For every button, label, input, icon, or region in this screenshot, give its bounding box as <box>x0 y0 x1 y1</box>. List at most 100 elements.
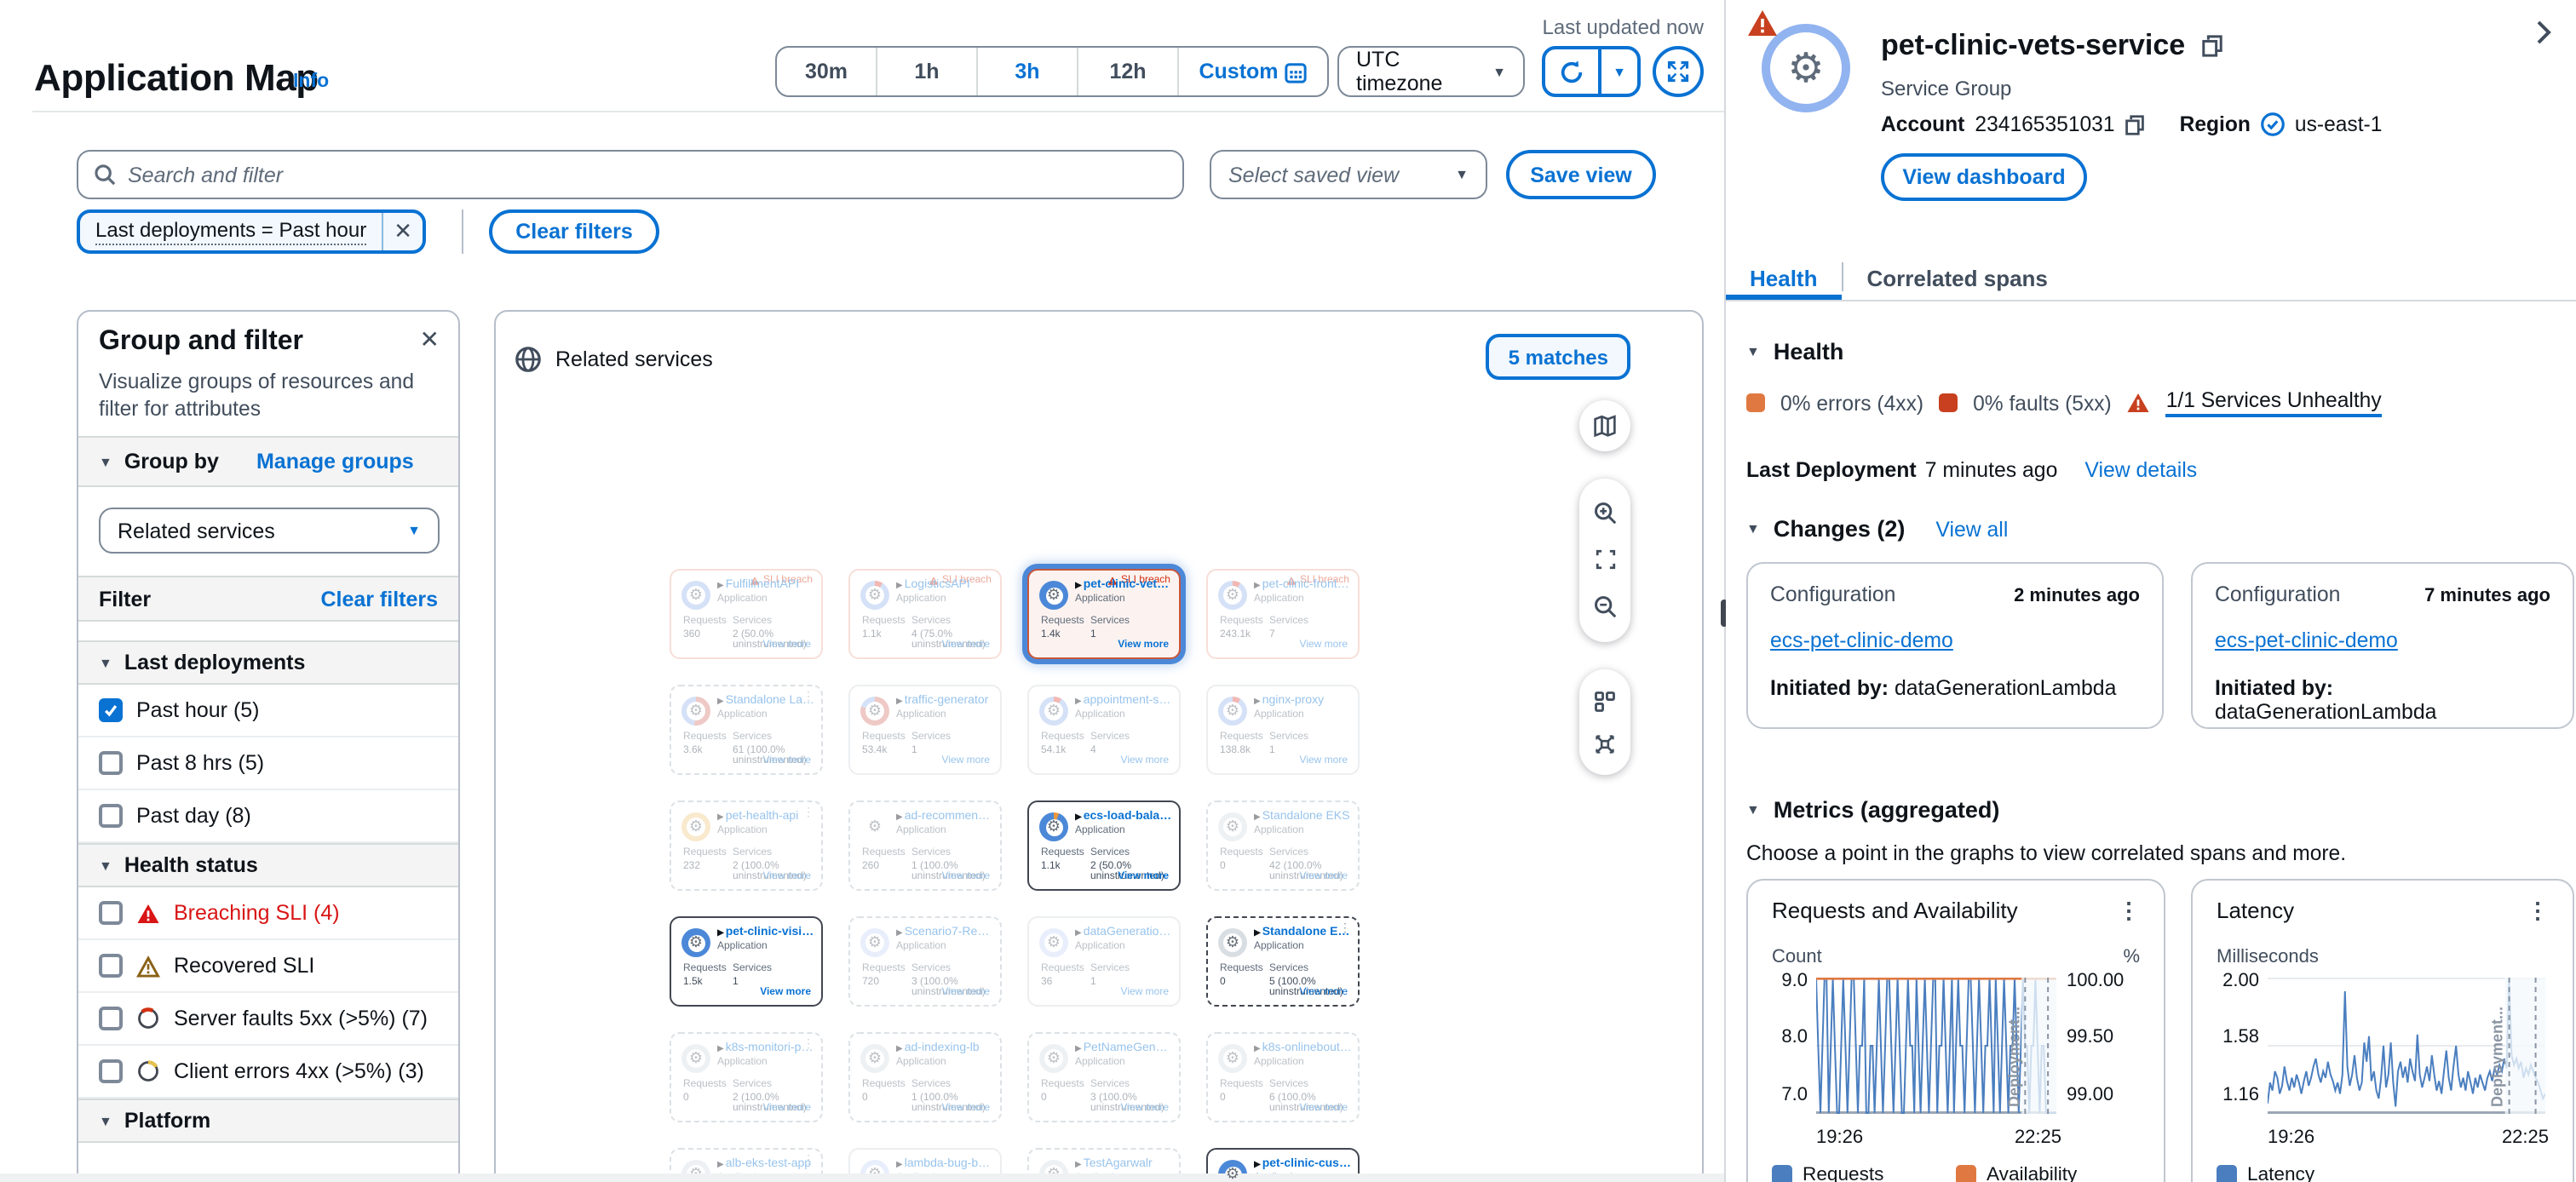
view-more-link[interactable]: View more <box>1118 640 1169 651</box>
service-node-standalone-lambda[interactable]: ⋮⚙▶Standalone LambdaApplicationRequestsS… <box>670 685 823 775</box>
timezone-select[interactable]: UTC timezone ▼ <box>1337 46 1525 97</box>
view-more-link[interactable]: View more <box>763 640 811 651</box>
service-node-name[interactable]: ▶ad-recommendation-lb <box>896 811 995 823</box>
service-node-name[interactable]: ▶pet-health-api <box>717 811 816 823</box>
save-view-button[interactable]: Save view <box>1506 150 1656 199</box>
service-node-pet-clinic-vets-service[interactable]: SLI breach⚙▶pet-clinic-vets-serviceAppli… <box>1027 569 1181 659</box>
time-range-3h[interactable]: 3h <box>978 48 1078 95</box>
kebab-menu-icon[interactable]: ⋮ <box>2527 903 2549 918</box>
requests-availability-plot[interactable]: Deployment... <box>1816 978 2056 1122</box>
service-node-standalone-ecs[interactable]: ⋮⚙▶Standalone ECSApplicationRequestsServ… <box>1206 916 1360 1007</box>
collapse-panel-icon[interactable] <box>2535 19 2552 46</box>
service-node-name[interactable]: ▶pet-clinic-customers-s... <box>1254 1158 1353 1170</box>
info-link[interactable]: Info <box>293 72 329 92</box>
chart-canvas[interactable]: Deployment... <box>1816 978 2056 1114</box>
view-details-link[interactable]: View details <box>2084 458 2197 482</box>
grid-layout-icon[interactable] <box>1593 689 1617 713</box>
view-more-link[interactable]: View more <box>763 1104 811 1114</box>
filter-section-last-deployments[interactable]: ▼Last deployments <box>78 640 458 685</box>
tab-correlated-spans[interactable]: Correlated spans <box>1843 255 2071 300</box>
service-node-name[interactable]: ▶k8s-monitori-prometh... <box>717 1042 816 1054</box>
service-node-ecs-load-balancer[interactable]: ⚙▶ecs-load-balancerApplicationRequestsSe… <box>1027 800 1181 891</box>
legend-item-latency[interactable]: Latency <box>2217 1165 2314 1182</box>
refresh-options-button[interactable]: ▼ <box>1601 49 1637 94</box>
manage-groups-link[interactable]: Manage groups <box>256 450 414 473</box>
view-more-link[interactable]: View more <box>942 756 990 766</box>
service-node-name[interactable]: ▶lambda-bug-bash <box>896 1158 995 1170</box>
checkbox[interactable] <box>99 954 123 978</box>
service-node-pet-clinic-visits-service[interactable]: ⚙▶pet-clinic-visits-serviceApplicationRe… <box>670 916 823 1007</box>
zoom-out-icon[interactable] <box>1592 594 1618 620</box>
group-by-section-header[interactable]: ▼ Group by Manage groups <box>78 436 458 487</box>
change-link[interactable]: ecs-pet-clinic-demo <box>1770 628 1953 652</box>
refresh-button[interactable] <box>1545 49 1601 94</box>
filter-option-past-day-8-[interactable]: Past day (8) <box>78 790 458 843</box>
service-node-name[interactable]: ▶Standalone ECS <box>1254 927 1353 938</box>
time-range-custom[interactable]: Custom <box>1179 48 1327 95</box>
tab-health[interactable]: Health <box>1726 255 1841 300</box>
fit-view-icon[interactable] <box>1594 549 1616 571</box>
checkbox[interactable] <box>99 1059 123 1083</box>
service-node-name[interactable]: ▶pet-clinic-vets-service <box>1075 579 1174 591</box>
metrics-section-header[interactable]: ▼ Metrics (aggregated) <box>1746 797 1999 823</box>
service-node-name[interactable]: ▶alb-eks-test-app <box>717 1158 816 1170</box>
service-node-name[interactable]: ▶Standalone Lambda <box>717 695 816 707</box>
service-node-name[interactable]: ▶Standalone EKS <box>1254 811 1353 823</box>
filter-token-dismiss-button[interactable]: ✕ <box>382 213 423 250</box>
legend-item-availability[interactable]: Availability <box>1956 1165 2140 1182</box>
saved-view-select[interactable]: Select saved view ▼ <box>1210 150 1487 199</box>
service-node-k8s-onlineboutique-60-[interactable]: ⚙▶k8s-onlineboutique-60...ApplicationReq… <box>1206 1032 1360 1122</box>
view-dashboard-button[interactable]: View dashboard <box>1881 153 2087 201</box>
service-node-petnamegenerator[interactable]: ⚙▶PetNameGeneratorApplicationRequestsSer… <box>1027 1032 1181 1122</box>
checkbox[interactable] <box>99 751 123 775</box>
service-node-name[interactable]: ▶TestAgarwalr <box>1075 1158 1174 1170</box>
latency-plot[interactable]: Deployment... <box>2268 978 2545 1122</box>
close-icon[interactable]: ✕ <box>420 325 440 354</box>
view-more-link[interactable]: View more <box>942 988 990 998</box>
checkbox[interactable] <box>99 901 123 925</box>
kebab-menu-icon[interactable]: ⋮ <box>2118 903 2140 918</box>
service-node-name[interactable]: ▶FulfillmentAPI <box>717 579 816 591</box>
filter-section-platform[interactable]: ▼Platform <box>78 1099 458 1143</box>
filter-section-health-status[interactable]: ▼Health status <box>78 843 458 887</box>
service-node-name[interactable]: ▶pet-clinic-frontend-java <box>1254 579 1353 591</box>
zoom-in-icon[interactable] <box>1592 501 1618 526</box>
view-more-link[interactable]: View more <box>942 1104 990 1114</box>
copy-icon[interactable] <box>2125 113 2146 135</box>
view-more-link[interactable]: View more <box>1300 1104 1348 1114</box>
time-range-30m[interactable]: 30m <box>777 48 877 95</box>
clear-filters-button[interactable]: Clear filters <box>489 209 659 254</box>
deployment-annotation[interactable]: Deployment... <box>2005 1007 2022 1107</box>
filter-option-client-errors-4xx-5-3-[interactable]: Client errors 4xx (>5%) (3) <box>78 1046 458 1099</box>
service-node-name[interactable]: ▶ad-indexing-lb <box>896 1042 995 1054</box>
view-more-link[interactable]: View more <box>1121 988 1169 998</box>
map-legend-button[interactable] <box>1579 400 1630 451</box>
service-node-name[interactable]: ▶traffic-generator <box>896 695 995 707</box>
filter-option-server-faults-5xx-5-7-[interactable]: Server faults 5xx (>5%) (7) <box>78 993 458 1046</box>
filter-option-recovered-sli[interactable]: Recovered SLI <box>78 940 458 993</box>
service-node-ad-indexing-lb[interactable]: ⚙▶ad-indexing-lbApplicationRequestsServi… <box>848 1032 1002 1122</box>
service-node-standalone-eks[interactable]: ⚙▶Standalone EKSApplicationRequestsServi… <box>1206 800 1360 891</box>
copy-icon[interactable] <box>2200 34 2222 58</box>
service-node-logisticsapi[interactable]: SLI breach⚙▶LogisticsAPIApplicationReque… <box>848 569 1002 659</box>
filter-option-breaching-sli-4-[interactable]: Breaching SLI (4) <box>78 887 458 940</box>
service-node-name[interactable]: ▶LogisticsAPI <box>896 579 995 591</box>
filter-option-past-hour-5-[interactable]: Past hour (5) <box>78 685 458 737</box>
deployment-annotation[interactable]: Deployment... <box>2488 1007 2505 1107</box>
service-node-name[interactable]: ▶ecs-load-balancer <box>1075 811 1174 823</box>
service-node-name[interactable]: ▶dataGenerationLambda <box>1075 927 1174 938</box>
services-unhealthy-link[interactable]: 1/1 Services Unhealthy <box>2166 388 2382 417</box>
view-more-link[interactable]: View more <box>942 872 990 882</box>
time-range-12h[interactable]: 12h <box>1078 48 1179 95</box>
chart-canvas[interactable]: Deployment... <box>2268 978 2545 1114</box>
service-node-pet-clinic-frontend-java[interactable]: SLI breach⚙▶pet-clinic-frontend-javaAppl… <box>1206 569 1360 659</box>
panel-clear-filters-link[interactable]: Clear filters <box>320 587 438 611</box>
network-layout-icon[interactable] <box>1593 732 1617 755</box>
service-node-k8s-monitori-prometh-[interactable]: ⋮⚙▶k8s-monitori-prometh...ApplicationReq… <box>670 1032 823 1122</box>
fullscreen-button[interactable] <box>1653 46 1704 97</box>
service-node-traffic-generator[interactable]: ⚙▶traffic-generatorApplicationRequestsSe… <box>848 685 1002 775</box>
change-link[interactable]: ecs-pet-clinic-demo <box>2215 628 2398 652</box>
view-more-link[interactable]: View more <box>763 756 811 766</box>
service-node-name[interactable]: ▶pet-clinic-visits-service <box>717 927 816 938</box>
view-all-link[interactable]: View all <box>1935 517 2008 541</box>
